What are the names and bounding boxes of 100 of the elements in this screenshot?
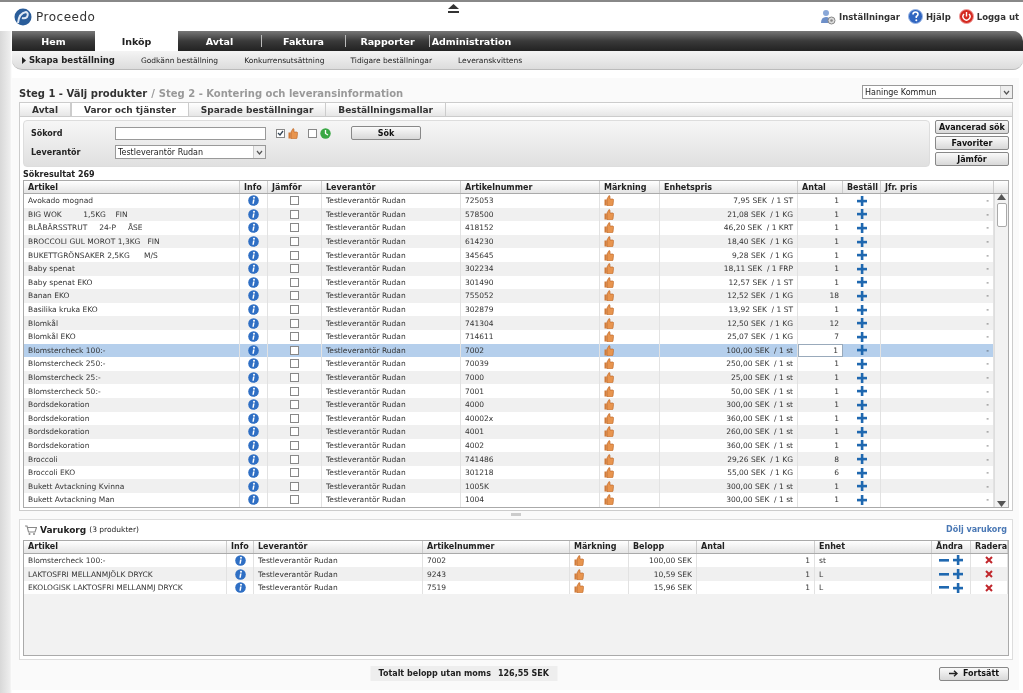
info-icon[interactable] xyxy=(248,412,259,424)
plus-icon[interactable] xyxy=(856,209,867,220)
checkbox[interactable] xyxy=(290,400,299,410)
checkbox[interactable] xyxy=(290,495,299,505)
info-icon[interactable] xyxy=(248,317,259,329)
plus-icon[interactable] xyxy=(856,331,867,342)
plus-icon[interactable] xyxy=(953,569,963,580)
info-icon[interactable] xyxy=(234,568,246,580)
hide-cart-link[interactable]: Dölj varukorg xyxy=(946,525,1007,535)
plus-icon[interactable] xyxy=(856,250,867,261)
info-icon[interactable] xyxy=(234,554,246,566)
nav-tab[interactable]: Administration xyxy=(430,31,513,51)
checkbox[interactable] xyxy=(290,318,299,328)
checkbox[interactable] xyxy=(290,373,299,382)
delete-icon[interactable] xyxy=(985,556,993,565)
checkbox[interactable] xyxy=(290,196,299,206)
organization-select[interactable]: Haninge Kommun xyxy=(862,85,1013,99)
help-link[interactable]: Hjälp xyxy=(908,9,951,24)
plus-icon[interactable] xyxy=(856,345,867,356)
checkbox[interactable] xyxy=(290,454,299,464)
column-header[interactable]: Beställ xyxy=(843,181,881,193)
info-icon[interactable] xyxy=(248,453,259,465)
plus-icon[interactable] xyxy=(856,413,867,424)
info-icon[interactable] xyxy=(248,344,259,356)
checkbox[interactable] xyxy=(290,305,299,315)
checkbox[interactable] xyxy=(290,427,299,437)
tab[interactable]: Varor och tjänster xyxy=(71,103,189,116)
nav-tab[interactable]: Faktura xyxy=(262,31,345,51)
checkbox[interactable] xyxy=(290,250,299,260)
checkbox[interactable] xyxy=(290,223,299,233)
checkbox[interactable] xyxy=(290,481,299,491)
info-icon[interactable] xyxy=(248,385,259,397)
checkbox[interactable] xyxy=(290,332,299,342)
plus-icon[interactable] xyxy=(856,494,867,505)
plus-icon[interactable] xyxy=(856,263,867,274)
side-button[interactable]: Jämför xyxy=(935,152,1009,166)
column-header[interactable]: Artikelnummer xyxy=(461,181,600,193)
info-icon[interactable] xyxy=(248,494,259,506)
column-header[interactable]: Artikel xyxy=(24,181,240,193)
plus-icon[interactable] xyxy=(856,399,867,410)
plus-icon[interactable] xyxy=(856,454,867,465)
column-header[interactable]: Leverantör xyxy=(322,181,461,193)
info-icon[interactable] xyxy=(248,263,259,275)
info-icon[interactable] xyxy=(248,276,259,288)
eject-icon[interactable] xyxy=(448,4,460,13)
plus-icon[interactable] xyxy=(856,426,867,437)
info-icon[interactable] xyxy=(248,399,259,411)
checkbox[interactable] xyxy=(290,237,299,247)
plus-icon[interactable] xyxy=(856,372,867,383)
checkbox[interactable] xyxy=(290,386,299,396)
delete-icon[interactable] xyxy=(985,570,993,579)
checkbox[interactable] xyxy=(290,441,299,450)
info-icon[interactable] xyxy=(248,249,259,261)
column-header[interactable]: Jämför xyxy=(268,181,322,193)
info-icon[interactable] xyxy=(248,331,259,343)
checkbox[interactable] xyxy=(290,277,299,287)
delete-icon[interactable] xyxy=(985,583,993,592)
supplier-select[interactable]: Testleverantör Rudan xyxy=(115,145,266,159)
plus-icon[interactable] xyxy=(856,440,867,451)
info-icon[interactable] xyxy=(248,290,259,302)
nav-tab[interactable]: Hem xyxy=(12,31,95,51)
info-icon[interactable] xyxy=(248,467,259,479)
checkbox[interactable] xyxy=(290,291,299,301)
checkbox[interactable] xyxy=(308,128,317,138)
info-icon[interactable] xyxy=(248,440,259,451)
column-header[interactable]: Märkning xyxy=(600,181,660,193)
plus-icon[interactable] xyxy=(856,467,867,478)
nav-tab[interactable]: Avtal xyxy=(178,31,261,51)
search-button[interactable]: Sök xyxy=(351,126,421,140)
info-icon[interactable] xyxy=(248,236,259,248)
info-icon[interactable] xyxy=(248,358,259,370)
plus-icon[interactable] xyxy=(856,481,867,492)
info-icon[interactable] xyxy=(248,426,259,438)
nav-tab[interactable]: Rapporter xyxy=(346,31,429,51)
checkbox[interactable] xyxy=(276,128,285,138)
scrollbar[interactable] xyxy=(994,194,1008,507)
plus-icon[interactable] xyxy=(856,358,867,369)
info-icon[interactable] xyxy=(248,372,259,383)
scroll-down-icon[interactable] xyxy=(997,500,1006,507)
plus-icon[interactable] xyxy=(856,223,867,233)
plus-icon[interactable] xyxy=(953,555,963,566)
settings-link[interactable]: Inställningar xyxy=(820,8,900,25)
checkbox[interactable] xyxy=(290,413,299,423)
info-icon[interactable] xyxy=(248,222,259,234)
column-header[interactable]: Jfr. pris xyxy=(881,181,994,193)
plus-icon[interactable] xyxy=(856,290,867,301)
info-icon[interactable] xyxy=(248,304,259,316)
checkbox[interactable] xyxy=(290,345,299,355)
column-header[interactable]: Enhetspris xyxy=(660,181,798,193)
continue-button[interactable]: Fortsätt xyxy=(939,666,1009,681)
info-icon[interactable] xyxy=(248,480,259,492)
info-icon[interactable] xyxy=(248,195,259,207)
plus-icon[interactable] xyxy=(953,582,963,593)
scroll-thumb[interactable] xyxy=(996,203,1007,227)
checkbox[interactable] xyxy=(290,209,299,219)
side-button[interactable]: Favoriter xyxy=(935,136,1009,150)
plus-icon[interactable] xyxy=(856,386,867,397)
subnav-link[interactable]: Skapa beställning xyxy=(22,55,115,65)
logout-link[interactable]: Logga ut xyxy=(958,9,1019,24)
info-icon[interactable] xyxy=(248,208,259,220)
